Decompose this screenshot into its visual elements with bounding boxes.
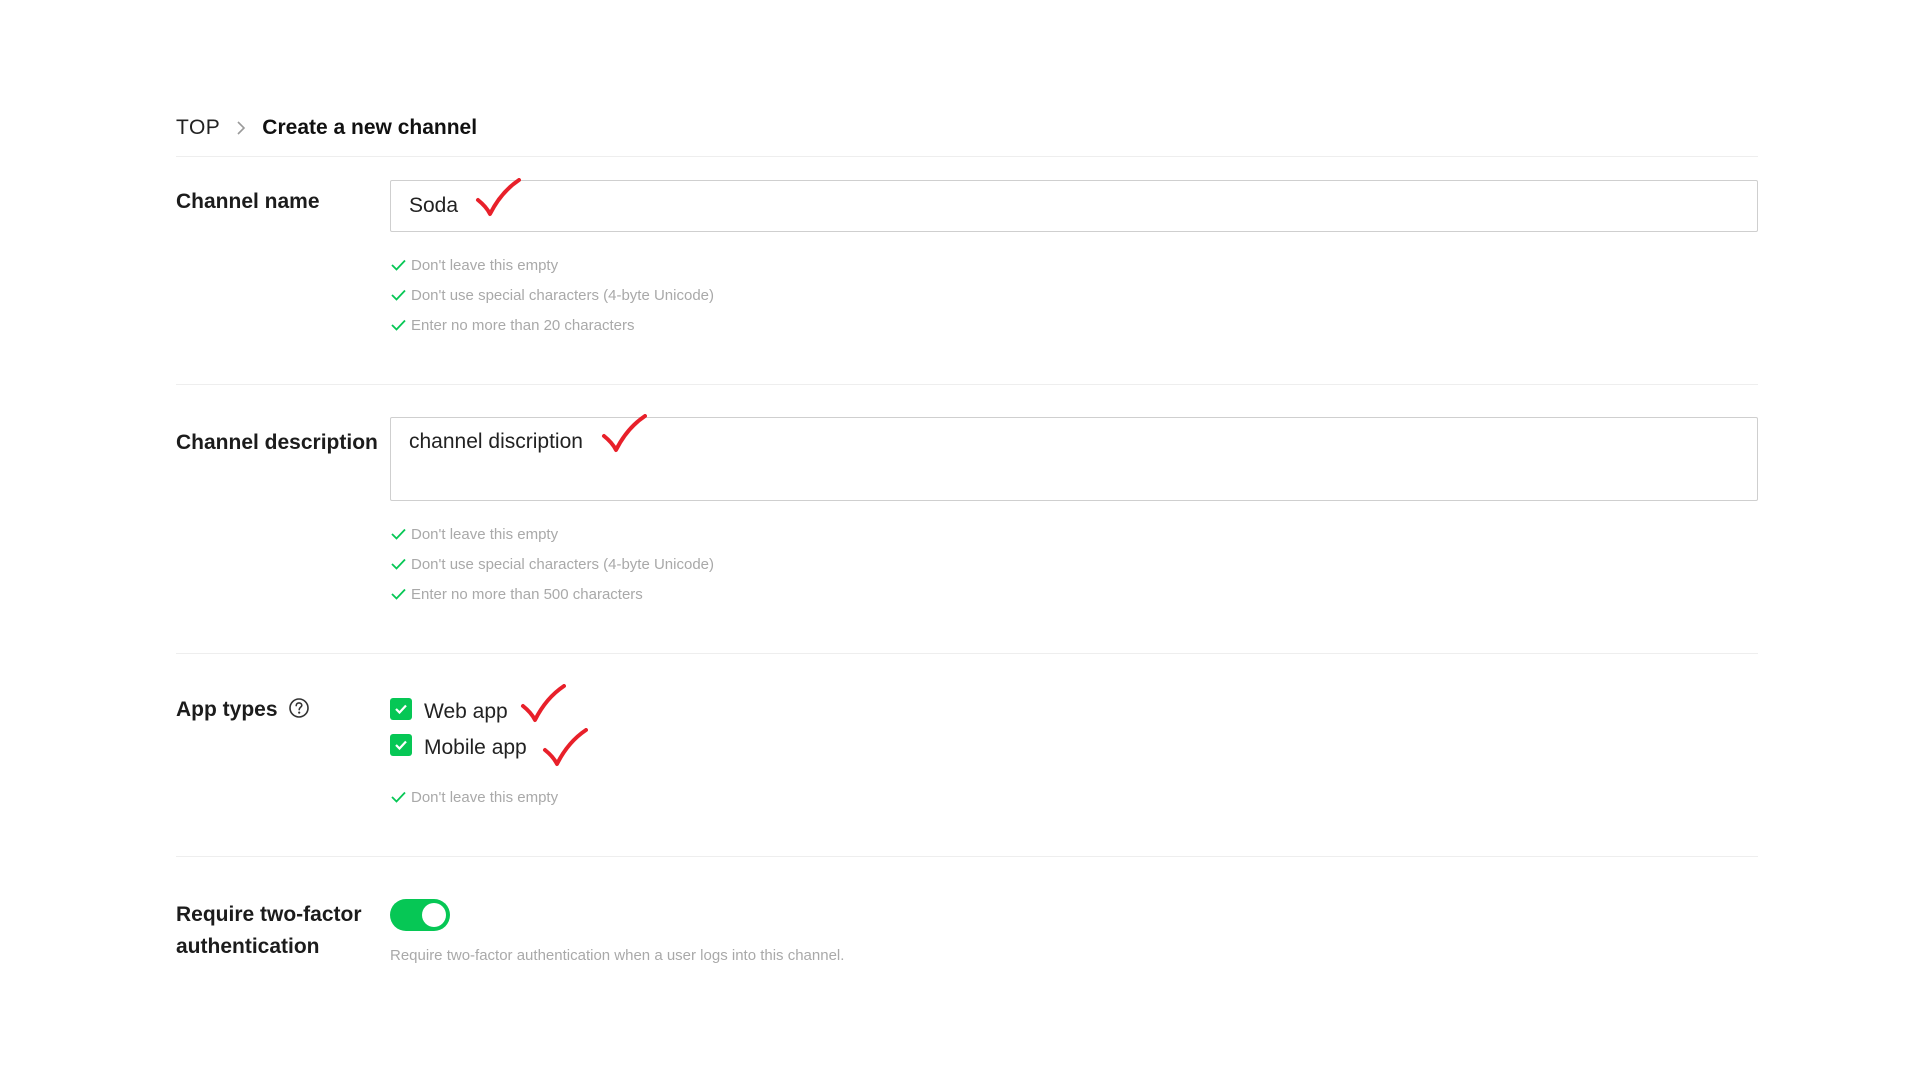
red-checkmark-icon [602,414,647,452]
toggle-knob [422,903,446,927]
channel-name-input[interactable]: Soda [390,178,1758,232]
green-check-icon [390,527,407,541]
rule-item: Don't leave this empty [390,782,1758,812]
form-container: TOP Create a new channel Channel name So… [176,100,1758,964]
channel-name-value: Soda [409,194,459,217]
rule-item: Don't leave this empty [390,519,1758,549]
rule-item: Don't use special characters (4-byte Uni… [390,280,1758,310]
app-types-rules: Don't leave this empty [390,782,1758,812]
two-factor-field: Require two-factor authentication when a… [390,899,1758,964]
channel-description-field: channel discription Don't leave this emp… [390,414,1758,609]
two-factor-label: Require two-factor authentication [176,903,362,958]
channel-name-label: Channel name [176,190,320,213]
green-check-icon [390,587,407,601]
two-factor-row: Require two-factor authentication Requir… [176,857,1758,964]
channel-description-textarea[interactable]: channel discription [390,414,1758,501]
web-app-checkbox[interactable] [390,698,412,720]
channel-description-rules: Don't leave this empty Don't use special… [390,519,1758,609]
channel-description-value: channel discription [409,430,583,453]
app-types-row: App types Web app Mobile app Don't leave… [176,654,1758,857]
web-app-label: Web app [424,700,508,723]
rule-item: Don't leave this empty [390,250,1758,280]
breadcrumb: TOP Create a new channel [176,100,1758,157]
rule-item: Don't use special characters (4-byte Uni… [390,549,1758,579]
checkmark-icon [395,740,407,751]
red-checkmark-icon [521,684,566,722]
app-types-field: Web app Mobile app Don't leave this empt… [390,684,1758,812]
channel-description-row: Channel description channel discription … [176,385,1758,654]
mobile-app-label: Mobile app [424,736,527,759]
chevron-right-icon [236,121,246,135]
green-check-icon [390,258,407,272]
green-check-icon [390,288,407,302]
breadcrumb-top-link[interactable]: TOP [176,116,220,140]
channel-description-label: Channel description [176,431,378,454]
two-factor-toggle[interactable] [390,899,450,931]
mobile-app-checkbox[interactable] [390,734,412,756]
help-circle-icon[interactable] [288,697,310,719]
red-checkmark-icon [543,728,588,766]
web-app-option[interactable]: Web app [390,684,1758,730]
two-factor-description: Require two-factor authentication when a… [390,947,845,964]
mobile-app-option[interactable]: Mobile app [390,728,1758,766]
channel-name-row: Channel name Soda Don't leave this empty [176,157,1758,385]
page: TOP Create a new channel Channel name So… [0,0,1920,1080]
green-check-icon [390,318,407,332]
red-checkmark-icon [476,178,521,216]
app-types-label: App types [176,698,278,721]
checkmark-icon [395,704,407,715]
app-types-label-wrap: App types [176,694,390,812]
green-check-icon [390,557,407,571]
rule-item: Enter no more than 500 characters [390,579,1758,609]
channel-name-rules: Don't leave this empty Don't use special… [390,250,1758,340]
green-check-icon [390,790,407,804]
breadcrumb-current: Create a new channel [262,116,478,139]
rule-item: Enter no more than 20 characters [390,310,1758,340]
channel-name-field: Soda Don't leave this empty Don't use sp… [390,178,1758,340]
